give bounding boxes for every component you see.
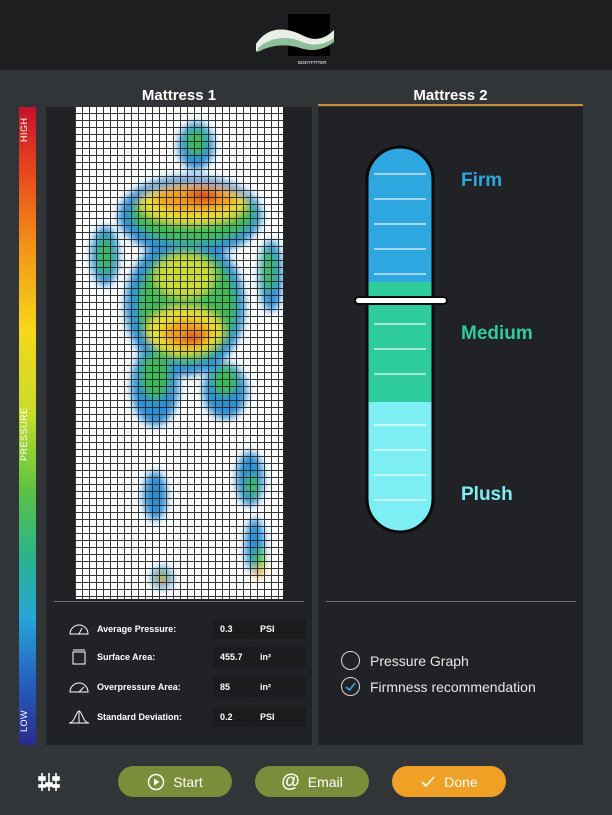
stat-value: 0.2 <box>213 707 253 727</box>
firmness-indicator <box>354 296 448 305</box>
stat-standard-deviation: Standard Deviation: 0.2 PSI <box>68 707 308 727</box>
stat-value: 85 <box>213 677 253 697</box>
stat-value: 0.3 <box>213 619 253 639</box>
mattress-2-tab-underline <box>318 104 583 106</box>
firm-label: Firm <box>461 170 503 191</box>
sliders-icon[interactable] <box>38 771 60 793</box>
bodyfitter-logo: BODYFITTER <box>256 14 334 65</box>
start-button[interactable]: Start <box>118 766 232 797</box>
stat-overpressure-area: Overpressure Area: 85 in² <box>68 677 308 697</box>
option-pressure-graph[interactable]: Pressure Graph <box>341 651 561 673</box>
stat-unit: in² <box>254 647 306 667</box>
gauge-icon <box>69 624 89 635</box>
gauge-icon <box>69 682 89 693</box>
header-bar: BODYFITTER <box>0 0 612 70</box>
bell-curve-icon <box>68 710 90 724</box>
stat-surface-area: Surface Area: 455.7 in² <box>68 647 308 667</box>
stat-unit: PSI <box>254 619 306 639</box>
done-button-label: Done <box>444 773 478 790</box>
plush-zone <box>367 402 433 532</box>
done-button[interactable]: Done <box>392 766 506 797</box>
email-button-label: Email <box>307 773 343 790</box>
firm-zone <box>367 147 433 282</box>
mattress-1-title: Mattress 1 <box>141 87 217 104</box>
radio-unchecked[interactable] <box>341 651 360 670</box>
area-icon <box>72 649 86 665</box>
stat-label: Overpressure Area: <box>97 682 181 692</box>
checkmark-icon <box>421 775 435 787</box>
stat-label: Average Pressure: <box>97 624 177 634</box>
stat-unit: in² <box>254 677 306 697</box>
option-label: Firmness recommendation <box>370 679 536 695</box>
option-label: Pressure Graph <box>370 653 469 669</box>
svg-text:BODYFITTER: BODYFITTER <box>298 60 327 65</box>
stat-label: Standard Deviation: <box>97 712 183 722</box>
at-sign-icon: @ <box>281 771 300 792</box>
pressure-map <box>75 106 283 599</box>
firmness-gauge <box>354 145 448 534</box>
stat-value: 455.7 <box>213 647 253 667</box>
stat-unit: PSI <box>254 707 306 727</box>
play-circle-icon <box>147 773 165 790</box>
options-divider <box>326 601 576 602</box>
start-button-label: Start <box>173 773 203 790</box>
pressure-grid <box>75 106 283 599</box>
legend-high-label: HIGH <box>19 117 29 143</box>
stat-average-pressure: Average Pressure: 0.3 PSI <box>68 619 308 639</box>
plush-label: Plush <box>461 484 513 505</box>
option-firmness-recommendation[interactable]: Firmness recommendation <box>341 677 561 699</box>
stats-divider <box>54 601 304 602</box>
check-circle-icon[interactable] <box>341 677 360 696</box>
legend-low-label: LOW <box>19 710 29 733</box>
legend-pressure-label: PRESSURE <box>19 407 29 461</box>
email-button[interactable]: @ Email <box>255 766 369 797</box>
mattress-2-title[interactable]: Mattress 2 <box>318 87 583 104</box>
stat-label: Surface Area: <box>97 652 156 662</box>
medium-label: Medium <box>461 323 533 344</box>
